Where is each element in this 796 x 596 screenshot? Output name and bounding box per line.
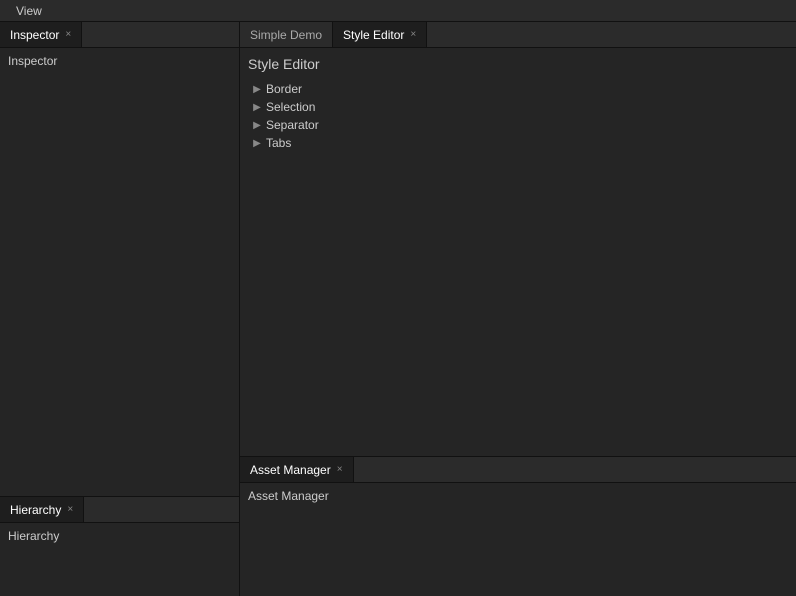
- asset-manager-content: Asset Manager: [240, 483, 796, 596]
- asset-manager-tab-close[interactable]: ×: [337, 465, 343, 475]
- tree-item-border[interactable]: ▶ Border: [248, 80, 788, 98]
- inspector-tab-close[interactable]: ×: [65, 30, 71, 40]
- hierarchy-content: Hierarchy: [0, 523, 239, 596]
- tree-item-tabs[interactable]: ▶ Tabs: [248, 134, 788, 152]
- asset-manager-tab-label: Asset Manager: [250, 463, 331, 477]
- tree-item-selection-label: Selection: [266, 100, 315, 114]
- menu-view[interactable]: View: [8, 4, 50, 18]
- style-editor-tab-close[interactable]: ×: [410, 30, 416, 40]
- hierarchy-tab-close[interactable]: ×: [67, 505, 73, 515]
- arrow-icon-selection: ▶: [252, 102, 262, 113]
- menu-bar: View: [0, 0, 796, 22]
- style-editor-area: Style Editor ▶ Border ▶ Selection ▶: [240, 48, 796, 456]
- hierarchy-section: Hierarchy × Hierarchy: [0, 496, 239, 596]
- asset-manager-tab-bar: Asset Manager ×: [240, 457, 796, 483]
- arrow-icon-separator: ▶: [252, 120, 262, 131]
- style-editor-title: Style Editor: [248, 56, 788, 72]
- style-editor-tab-label: Style Editor: [343, 28, 404, 42]
- asset-manager-section: Asset Manager × Asset Manager: [240, 456, 796, 596]
- tab-inspector[interactable]: Inspector ×: [0, 22, 82, 47]
- tab-asset-manager[interactable]: Asset Manager ×: [240, 457, 354, 482]
- tree-item-selection[interactable]: ▶ Selection: [248, 98, 788, 116]
- inspector-section: Inspector × Inspector: [0, 22, 239, 496]
- style-tree: ▶ Border ▶ Selection ▶ Separator ▶: [248, 80, 788, 152]
- tree-item-separator[interactable]: ▶ Separator: [248, 116, 788, 134]
- asset-manager-label: Asset Manager: [248, 489, 329, 503]
- inspector-label: Inspector: [8, 54, 57, 68]
- arrow-icon-border: ▶: [252, 84, 262, 95]
- tree-item-tabs-label: Tabs: [266, 136, 291, 150]
- app-container: View Inspector × Inspector: [0, 0, 796, 596]
- simple-demo-label: Simple Demo: [250, 28, 322, 42]
- right-content: Style Editor ▶ Border ▶ Selection ▶: [240, 48, 796, 596]
- left-panel: Inspector × Inspector Hierarchy × H: [0, 22, 240, 596]
- tree-item-separator-label: Separator: [266, 118, 319, 132]
- tab-hierarchy[interactable]: Hierarchy ×: [0, 497, 84, 522]
- tab-simple-demo[interactable]: Simple Demo: [240, 22, 333, 47]
- right-panel: Simple Demo Style Editor × Style Editor …: [240, 22, 796, 596]
- inspector-tab-bar: Inspector ×: [0, 22, 239, 48]
- main-layout: Inspector × Inspector Hierarchy × H: [0, 22, 796, 596]
- hierarchy-label: Hierarchy: [8, 529, 59, 543]
- hierarchy-tab-label: Hierarchy: [10, 503, 61, 517]
- tree-item-border-label: Border: [266, 82, 302, 96]
- inspector-tab-label: Inspector: [10, 28, 59, 42]
- right-tab-bar: Simple Demo Style Editor ×: [240, 22, 796, 48]
- arrow-icon-tabs: ▶: [252, 138, 262, 149]
- inspector-content: Inspector: [0, 48, 239, 496]
- tab-style-editor[interactable]: Style Editor ×: [333, 22, 427, 47]
- hierarchy-tab-bar: Hierarchy ×: [0, 497, 239, 523]
